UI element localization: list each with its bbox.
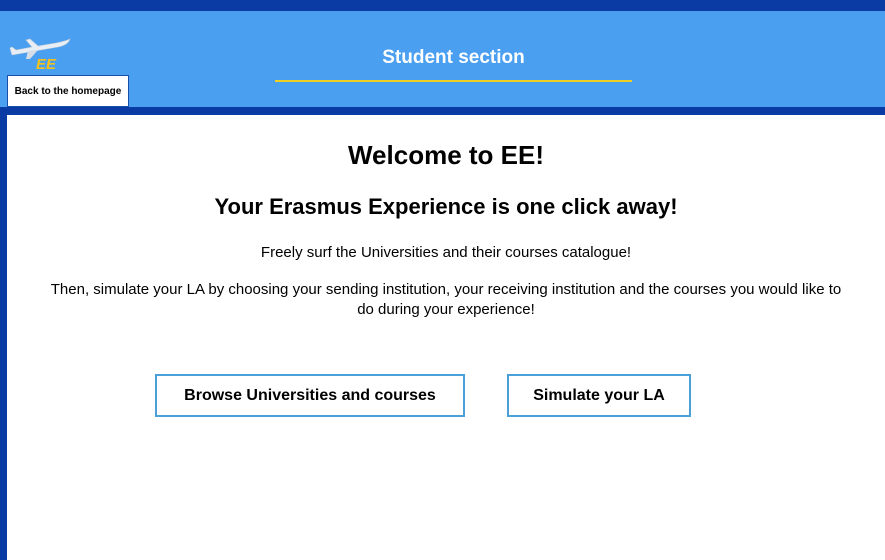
subtitle-heading: Your Erasmus Experience is one click awa… (214, 194, 678, 219)
page-title: Student section (382, 47, 525, 68)
intro-text-simulate: Then, simulate your LA by choosing your … (50, 281, 842, 318)
logo-text: EE (36, 56, 57, 71)
main-content: Welcome to EE! Your Erasmus Experience i… (7, 115, 885, 560)
airplane-logo-icon: EE (9, 38, 71, 71)
page-header: EE Student section (0, 11, 885, 107)
header-bottom-border (0, 107, 885, 115)
back-to-homepage-button[interactable]: Back to the homepage (7, 75, 129, 107)
simulate-la-button[interactable]: Simulate your LA (507, 374, 691, 417)
top-frame-bar (0, 0, 885, 11)
title-underline (275, 80, 632, 82)
welcome-heading: Welcome to EE! (347, 140, 544, 170)
browse-universities-button[interactable]: Browse Universities and courses (155, 374, 465, 417)
intro-text-browse: Freely surf the Universities and their c… (260, 244, 632, 261)
